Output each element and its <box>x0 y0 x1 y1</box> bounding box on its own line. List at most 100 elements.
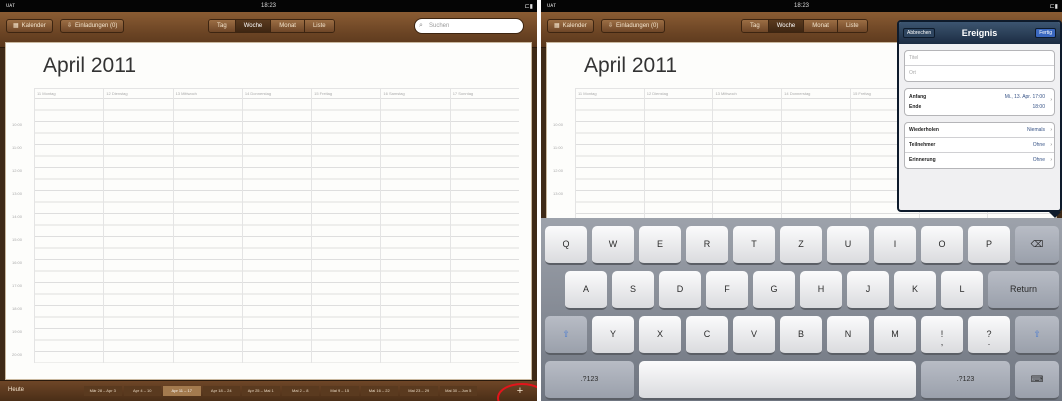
highlight-circle <box>497 383 537 401</box>
hide-keyboard-icon[interactable]: ⌨ <box>1015 361 1059 400</box>
calendars-button[interactable]: ▦ Kalender <box>6 19 53 33</box>
day-header: 15 Freitag <box>311 89 380 98</box>
alert-row[interactable]: Erinnerung Ohne › <box>905 153 1054 168</box>
attendees-row[interactable]: Teilnehmer Ohne › <box>905 138 1054 153</box>
key-s[interactable]: S <box>612 271 654 310</box>
key-h[interactable]: H <box>800 271 842 310</box>
key-b[interactable]: B <box>780 316 822 355</box>
week-item[interactable]: Apr 4 – 10 <box>123 386 161 396</box>
key-o[interactable]: O <box>921 226 963 265</box>
day-header: 14 Donnerstag <box>241 89 311 98</box>
location-field[interactable]: Ort <box>905 66 1054 81</box>
key-u[interactable]: U <box>827 226 869 265</box>
key-x[interactable]: X <box>639 316 681 355</box>
calendar-icon: ▦ <box>554 23 560 29</box>
key-e[interactable]: E <box>639 226 681 265</box>
week-navigator: Mär 28 – Apr 3 Apr 4 – 10 Apr 11 – 17 Ap… <box>84 386 477 396</box>
tab-month[interactable]: Monat <box>804 20 838 32</box>
new-event-popover: Abbrechen Ereignis Fertig Titel Ort Anfa… <box>897 20 1062 212</box>
day-headers: 11 Montag 12 Dienstag 13 Mittwoch 14 Don… <box>34 88 519 98</box>
tab-week[interactable]: Woche <box>235 20 272 32</box>
numbers-key-right[interactable]: .?123 <box>921 361 1010 400</box>
key-i[interactable]: I <box>874 226 916 265</box>
tab-day[interactable]: Tag <box>209 20 236 32</box>
numbers-key-left[interactable]: .?123 <box>545 361 634 400</box>
key-g[interactable]: G <box>753 271 795 310</box>
hour-label: 12:00 <box>553 168 564 173</box>
tab-list[interactable]: Liste <box>304 20 334 32</box>
key-q[interactable]: Q <box>545 226 587 265</box>
key-f[interactable]: F <box>706 271 748 310</box>
invitations-button[interactable]: ⇩ Einladungen (0) <box>60 19 125 33</box>
space-bar[interactable] <box>639 361 916 400</box>
key-exclamation-comma[interactable]: !, <box>921 316 963 355</box>
key-d[interactable]: D <box>659 271 701 310</box>
week-item[interactable]: Mai 30 – Jun 5 <box>439 386 477 396</box>
day-header: 17 Sonntag <box>449 89 519 98</box>
week-item[interactable]: Mai 16 – 22 <box>360 386 398 396</box>
key-m[interactable]: M <box>874 316 916 355</box>
key-w[interactable]: W <box>592 226 634 265</box>
chevron-right-icon: › <box>1050 157 1052 163</box>
tab-list[interactable]: Liste <box>837 20 867 32</box>
return-key[interactable]: Return <box>988 271 1059 310</box>
hour-label: 11:00 <box>553 145 563 150</box>
key-v[interactable]: V <box>733 316 775 355</box>
month-title: April 2011 <box>43 54 137 77</box>
onscreen-keyboard: Q W E R T Z U I O P ⌫ A S D F G H J K L … <box>541 218 1062 401</box>
hour-label: 19:00 <box>12 329 23 334</box>
shift-left-icon[interactable]: ⇧ <box>545 316 587 355</box>
shift-right-icon[interactable]: ⇧ <box>1015 316 1059 355</box>
month-title: April 2011 <box>584 54 678 77</box>
week-item[interactable]: Apr 25 – Mai 1 <box>242 386 280 396</box>
tab-month[interactable]: Monat <box>271 20 305 32</box>
hour-label <box>12 98 32 121</box>
key-t[interactable]: T <box>733 226 775 265</box>
tab-week[interactable]: Woche <box>768 20 805 32</box>
hour-label: 15:00 <box>12 237 23 242</box>
done-button[interactable]: Fertig <box>1035 28 1056 38</box>
tab-day[interactable]: Tag <box>742 20 769 32</box>
hour-labels: 10:00 11:00 12:00 13:00 <box>553 98 573 213</box>
repeat-value: Niemals <box>1026 127 1045 133</box>
week-item[interactable]: Mai 23 – 29 <box>400 386 438 396</box>
key-question-period[interactable]: ?. <box>968 316 1010 355</box>
calendars-button[interactable]: ▦ Kalender <box>547 19 594 33</box>
today-button[interactable]: Heute <box>8 387 24 393</box>
week-item[interactable]: Mai 2 – 8 <box>281 386 319 396</box>
week-item[interactable]: Mär 28 – Apr 3 <box>84 386 122 396</box>
key-p[interactable]: P <box>968 226 1010 265</box>
key-z[interactable]: Z <box>780 226 822 265</box>
start-end-row[interactable]: Anfang Ende Mi., 13. Apr. 17:00 18:00 › <box>905 89 1054 115</box>
day-header: 16 Samstag <box>380 89 449 98</box>
key-c[interactable]: C <box>686 316 728 355</box>
key-k[interactable]: K <box>894 271 936 310</box>
hour-label: 12:00 <box>12 168 23 173</box>
key-n[interactable]: N <box>827 316 869 355</box>
backspace-icon[interactable]: ⌫ <box>1015 226 1059 265</box>
inbox-icon: ⇩ <box>608 23 614 29</box>
repeat-row[interactable]: Wiederholen Niemals › <box>905 123 1054 138</box>
search-input[interactable]: ⌕ Suchen <box>414 18 524 34</box>
clock-label: 18:23 <box>793 3 809 9</box>
new-event-screen: ᴜᴀᴛ 18:23 ⊏▮ ▦ Kalender ⇩ Einladungen (0) … <box>541 0 1062 401</box>
invitations-button[interactable]: ⇩ Einladungen (0) <box>601 19 666 33</box>
inbox-icon: ⇩ <box>67 23 73 29</box>
hour-label: 10:00 <box>12 122 23 127</box>
calendar-week-view-screen: ᴜᴀᴛ 18:23 ⊏▮ ▦ Kalender ⇩ Einladungen (0) … <box>0 0 537 401</box>
calendar-page: April 2011 10:00 11:00 12:00 13:00 14:00… <box>5 42 532 380</box>
week-item-selected[interactable]: Apr 11 – 17 <box>163 386 201 396</box>
hour-label: 18:00 <box>12 306 23 311</box>
week-grid[interactable]: 11 Montag 12 Dienstag 13 Mittwoch 14 Don… <box>34 88 519 363</box>
week-item[interactable]: Mai 9 – 15 <box>321 386 359 396</box>
popover-header: Abbrechen Ereignis Fertig <box>899 22 1060 44</box>
week-item[interactable]: Apr 18 – 24 <box>202 386 240 396</box>
key-y[interactable]: Y <box>592 316 634 355</box>
key-r[interactable]: R <box>686 226 728 265</box>
key-a[interactable]: A <box>565 271 607 310</box>
title-field[interactable]: Titel <box>905 51 1054 66</box>
hour-label: 14:00 <box>12 214 23 219</box>
end-label: Ende <box>909 104 922 110</box>
key-j[interactable]: J <box>847 271 889 310</box>
key-l[interactable]: L <box>941 271 983 310</box>
